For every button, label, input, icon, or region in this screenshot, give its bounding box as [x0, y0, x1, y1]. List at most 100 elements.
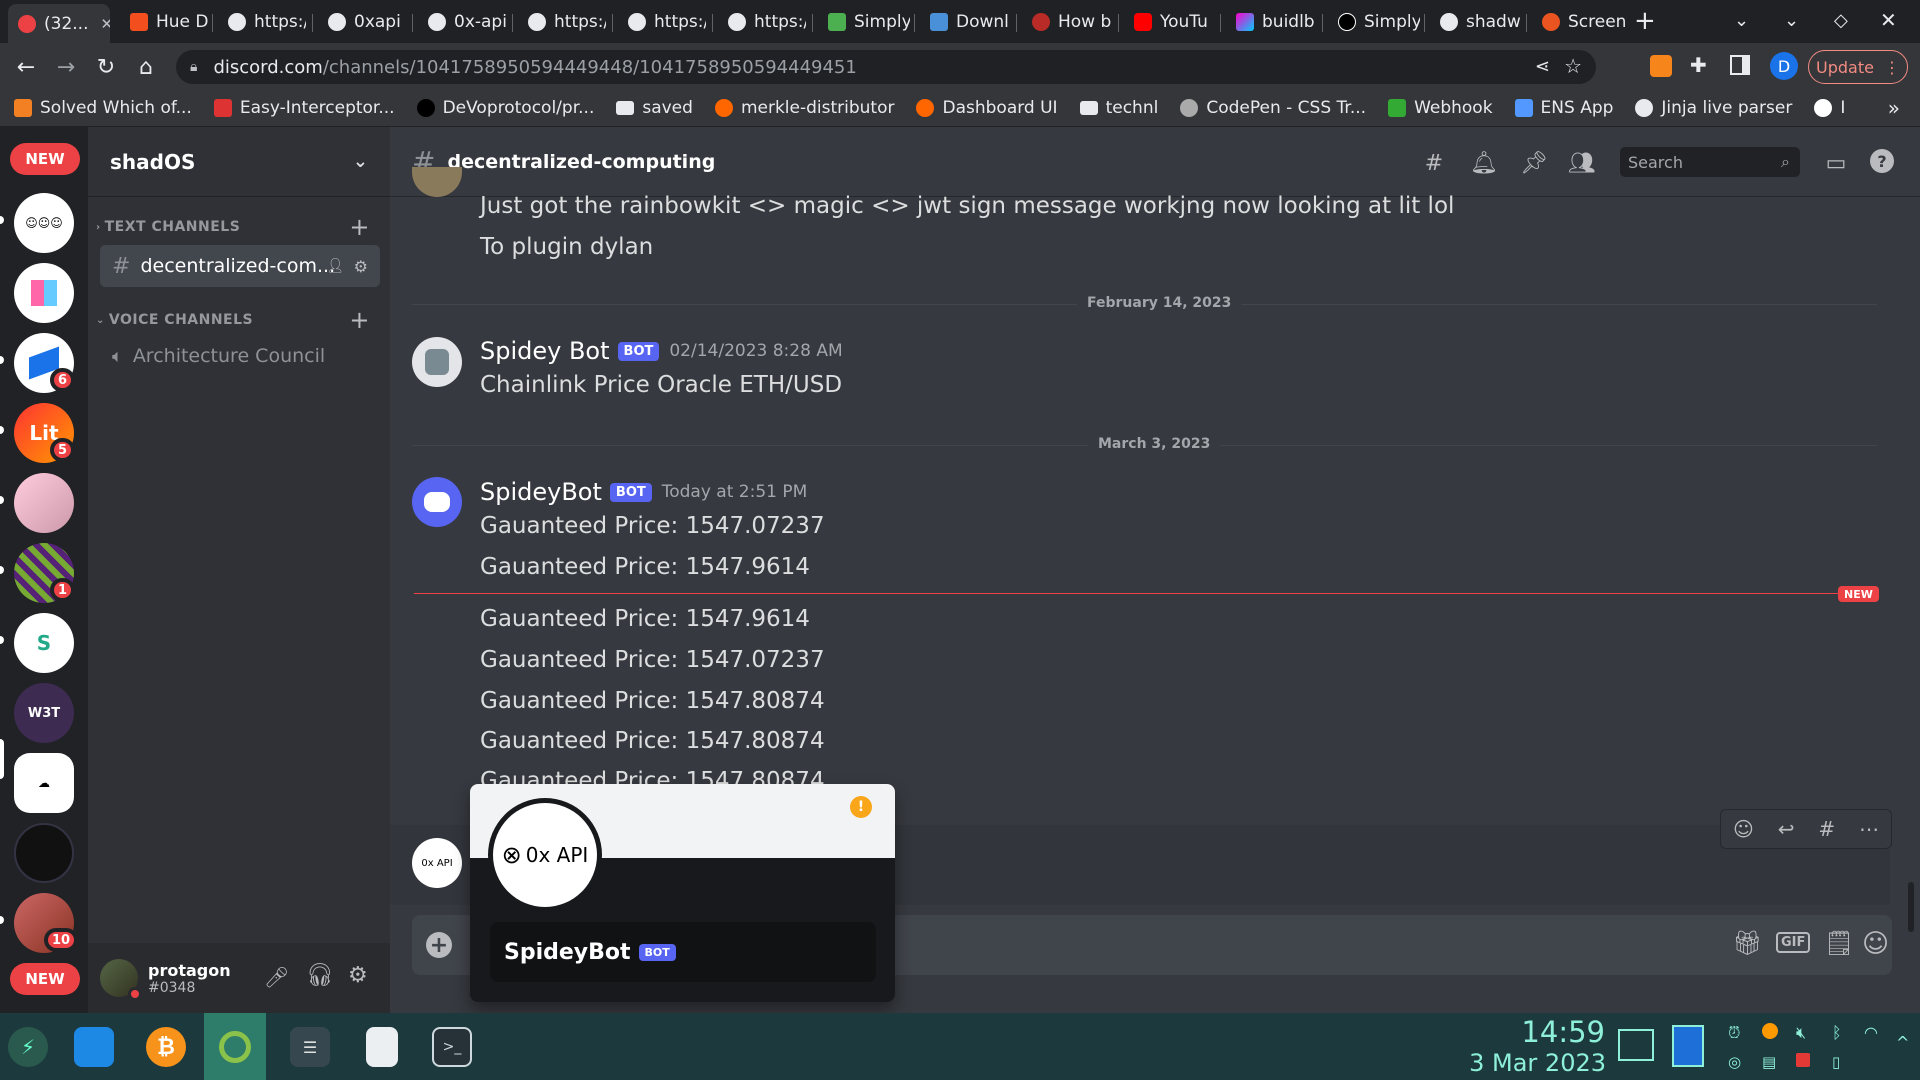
- bookmark-item[interactable]: Webhook: [1388, 98, 1493, 118]
- message-author[interactable]: Spidey Bot: [480, 337, 610, 365]
- avatar[interactable]: 0x API: [412, 838, 462, 888]
- mic-muted-icon[interactable]: 🎤︎: [264, 965, 289, 989]
- avatar[interactable]: [412, 477, 462, 527]
- terminal-icon[interactable]: >_: [432, 1027, 472, 1067]
- more-bookmarks-button[interactable]: »: [1888, 96, 1900, 120]
- inbox-icon[interactable]: ▭: [1822, 149, 1850, 177]
- volume-muted-icon[interactable]: 🔇︎: [1796, 1023, 1806, 1043]
- avatar[interactable]: [100, 959, 142, 1001]
- forward-arrow-icon[interactable]: →: [50, 51, 82, 83]
- tab-how[interactable]: How b: [1022, 6, 1114, 38]
- tray-expand-chevron-icon[interactable]: ^: [1896, 1033, 1909, 1052]
- bookmark-item[interactable]: ENS App: [1514, 98, 1613, 118]
- tab-simply-1[interactable]: Simply: [818, 6, 910, 38]
- new-unread-pill[interactable]: NEW: [10, 963, 80, 995]
- bluetooth-icon[interactable]: ᛒ: [1832, 1023, 1842, 1042]
- tab-simply-2[interactable]: Simply: [1328, 6, 1420, 38]
- add-channel-icon[interactable]: +: [349, 213, 370, 241]
- emoji-icon[interactable]: ☺: [1862, 929, 1889, 959]
- warning-icon[interactable]: !: [850, 796, 872, 818]
- tray-app-icon[interactable]: [1796, 1053, 1810, 1067]
- metamask-extension-icon[interactable]: [1650, 55, 1672, 77]
- channel-decentralized-computing[interactable]: # decentralized-com... 👤︎ ⚙: [100, 245, 380, 287]
- tab-hue[interactable]: Hue D: [120, 6, 208, 38]
- headphones-icon[interactable]: 🎧︎: [306, 963, 334, 988]
- server-icon-simplyfi[interactable]: S: [14, 613, 74, 673]
- battery-icon[interactable]: ▯: [1832, 1053, 1840, 1071]
- add-reaction-icon[interactable]: ☺: [1733, 817, 1754, 841]
- tab-buidl[interactable]: buidlb: [1226, 6, 1318, 38]
- reply-icon[interactable]: ↩: [1778, 817, 1795, 841]
- extensions-puzzle-icon[interactable]: ✚: [1690, 53, 1707, 77]
- tab-https-2[interactable]: https:/: [518, 6, 606, 38]
- home-icon[interactable]: ⌂: [130, 51, 162, 83]
- server-icon-w3t[interactable]: W3T: [14, 683, 74, 743]
- share-icon[interactable]: ⋖: [1535, 56, 1550, 77]
- chrome-taskbar-item[interactable]: [204, 1013, 266, 1080]
- tab-discord[interactable]: (32... ✕: [8, 4, 110, 43]
- search-input[interactable]: Search ⌕: [1620, 147, 1800, 177]
- bookmark-item[interactable]: DeVoprotocol/pr...: [416, 98, 594, 118]
- tab-search-chevron-icon[interactable]: ⌄: [1734, 10, 1749, 31]
- bookmark-item[interactable]: CodePen - CSS Tr...: [1180, 98, 1366, 118]
- server-icon-portrait[interactable]: [14, 473, 74, 533]
- alarm-icon[interactable]: ⏰︎: [1728, 1023, 1740, 1043]
- text-editor-icon[interactable]: [366, 1027, 398, 1067]
- gif-button[interactable]: GIF: [1776, 932, 1811, 953]
- tab-screen[interactable]: Screen: [1532, 6, 1630, 38]
- new-unread-pill[interactable]: NEW: [10, 143, 80, 175]
- bookmark-item[interactable]: Solved Which of...: [14, 98, 192, 118]
- bookmark-item[interactable]: merkle-distributor: [714, 98, 894, 118]
- scrollbar-thumb[interactable]: [1908, 882, 1914, 932]
- tab-https-4[interactable]: https:/: [718, 6, 806, 38]
- server-icon-group[interactable]: ☺☺☺: [14, 193, 74, 253]
- bookmark-item[interactable]: Jinja live parser: [1635, 98, 1792, 118]
- tab-shadw[interactable]: shadw: [1430, 6, 1522, 38]
- bookmark-item[interactable]: I: [1814, 98, 1845, 118]
- pin-icon[interactable]: 📌︎: [1520, 149, 1548, 177]
- add-channel-icon[interactable]: +: [349, 306, 370, 334]
- message-author[interactable]: SpideyBot: [480, 478, 602, 506]
- bookmark-item[interactable]: Dashboard UI: [916, 98, 1058, 118]
- store-icon[interactable]: [74, 1027, 114, 1067]
- tab-youtube[interactable]: YouTu: [1124, 6, 1216, 38]
- help-icon[interactable]: ?: [1870, 149, 1894, 173]
- wifi-icon[interactable]: ◠: [1864, 1023, 1878, 1042]
- tab-download[interactable]: Downl: [920, 6, 1012, 38]
- gear-icon[interactable]: ⚙: [354, 257, 368, 276]
- create-thread-icon[interactable]: #: [1818, 817, 1835, 841]
- launcher-icon[interactable]: ⚡︎: [8, 1027, 48, 1067]
- notification-bell-icon[interactable]: 🔔︎: [1470, 149, 1498, 177]
- bookmark-folder[interactable]: saved: [616, 98, 693, 118]
- invite-icon[interactable]: 👤︎: [326, 258, 344, 274]
- side-panel-icon[interactable]: [1730, 55, 1750, 75]
- user-info[interactable]: protagon #0348: [148, 961, 231, 996]
- close-window-icon[interactable]: ✕: [1880, 8, 1897, 32]
- more-options-icon[interactable]: ⋯: [1859, 817, 1879, 841]
- threads-icon[interactable]: #: [1420, 149, 1448, 177]
- restore-icon[interactable]: ◇: [1834, 10, 1848, 31]
- bookmark-star-icon[interactable]: ☆: [1564, 54, 1582, 78]
- avatar[interactable]: [412, 337, 462, 387]
- tab-https-3[interactable]: https:/: [618, 6, 706, 38]
- user-settings-gear-icon[interactable]: ⚙: [348, 963, 368, 988]
- address-bar[interactable]: 🔒︎ discord.com/channels/1041758950594449…: [176, 50, 1596, 84]
- tab-0x-api[interactable]: 0x-api.: [418, 6, 506, 38]
- sticker-icon[interactable]: 🗒︎: [1824, 929, 1854, 957]
- attach-plus-icon[interactable]: +: [426, 932, 452, 958]
- profile-avatar[interactable]: ⊗ 0x API: [493, 803, 597, 907]
- clipboard-icon[interactable]: ▤: [1762, 1053, 1776, 1071]
- tab-0xapi[interactable]: 0xapi -: [318, 6, 406, 38]
- tab-https-1[interactable]: https:/: [218, 6, 306, 38]
- back-arrow-icon[interactable]: ←: [10, 51, 42, 83]
- settings-sliders-icon[interactable]: ☰: [290, 1027, 330, 1067]
- workspace-icon[interactable]: [1672, 1025, 1704, 1067]
- server-icon-dark[interactable]: [14, 823, 74, 883]
- clock-date[interactable]: 3 Mar 2023: [1440, 1049, 1606, 1077]
- server-icon-cloud[interactable]: ☁: [14, 753, 74, 813]
- tray-app-icon[interactable]: [1762, 1023, 1778, 1039]
- update-button[interactable]: Update ⋮: [1808, 50, 1908, 84]
- bookmark-item[interactable]: Easy-Interceptor...: [213, 98, 395, 118]
- reload-icon[interactable]: ↻: [90, 51, 122, 83]
- server-icon-tiles[interactable]: [14, 263, 74, 323]
